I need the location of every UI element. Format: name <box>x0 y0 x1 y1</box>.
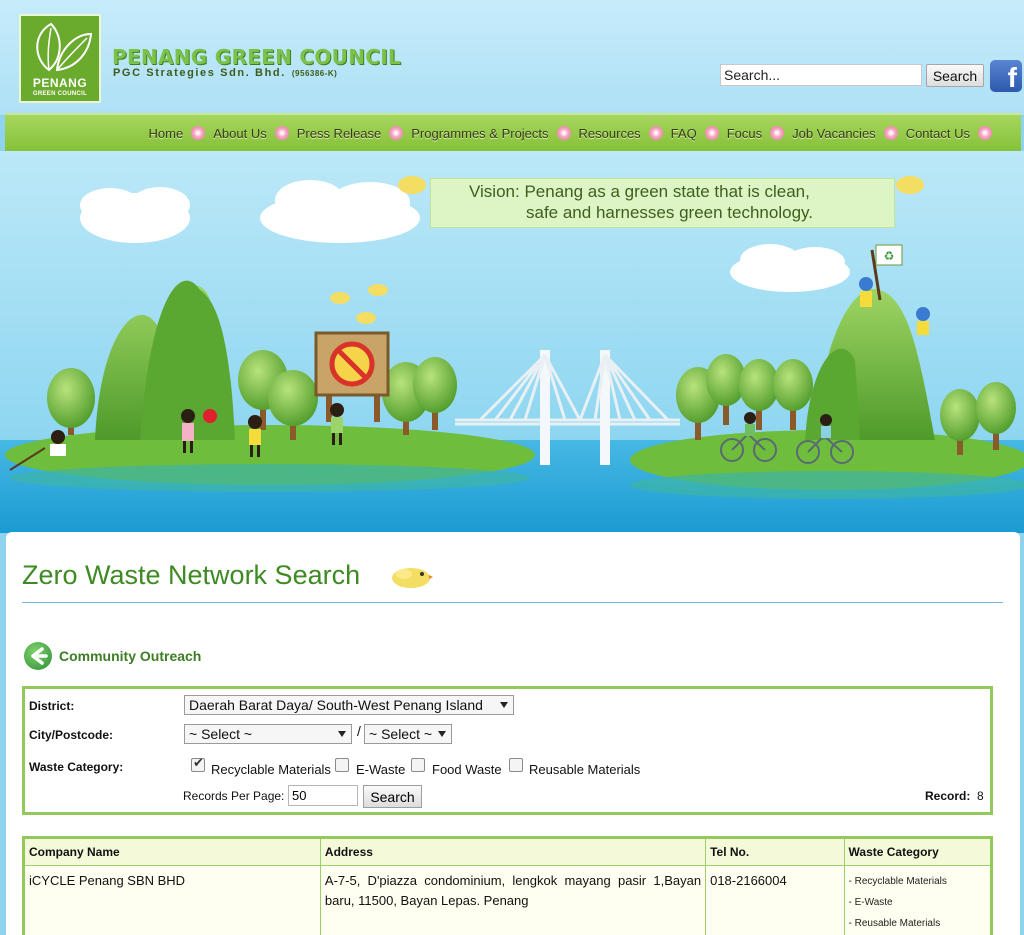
nav-contact-us[interactable]: Contact Us <box>901 126 975 141</box>
waste-category-item: - Recyclable Materials <box>848 876 947 887</box>
cell-tel: 018-2166004 <box>705 865 845 935</box>
table-row: iCYCLE Penang SBN BHD A-7-5, D'piazza co… <box>23 865 993 935</box>
filter-search-button[interactable]: Search <box>363 785 422 808</box>
nav-resources[interactable]: Resources <box>574 126 646 141</box>
back-arrow-icon[interactable] <box>24 642 52 670</box>
cloud-icon <box>730 244 850 292</box>
col-address: Address <box>319 837 707 866</box>
record-count-label: Record: <box>925 789 971 803</box>
records-per-page-label: Records Per Page: <box>183 789 285 803</box>
waste-category-item: - E-Waste <box>848 897 893 908</box>
nav-job-vacancies[interactable]: Job Vacancies <box>787 126 881 141</box>
org-company: PGC Strategies Sdn. Bhd. <box>113 67 286 79</box>
reusable-checkbox[interactable] <box>509 758 523 772</box>
vision-line-1: Vision: Penang as a green state that is … <box>469 182 810 201</box>
recyclable-label: Recyclable Materials <box>211 762 331 777</box>
district-select[interactable]: Daerah Barat Daya/ South-West Penang Isl… <box>184 695 514 715</box>
nav-list: Home About Us Press Release Programmes &… <box>144 115 995 151</box>
e-waste-label: E-Waste <box>356 762 406 777</box>
district-select-value: Daerah Barat Daya/ South-West Penang Isl… <box>189 697 483 713</box>
flower-dot-icon <box>770 126 785 140</box>
community-outreach-link[interactable]: Community Outreach <box>59 648 201 664</box>
chevron-down-icon <box>338 731 346 737</box>
vision-line-2: safe and harnesses green technology. <box>526 203 813 222</box>
food-waste-label: Food Waste <box>432 762 502 777</box>
district-label: District: <box>29 699 75 713</box>
svg-text:♻: ♻ <box>884 249 895 263</box>
record-count-value: 8 <box>977 789 984 803</box>
e-waste-checkbox[interactable] <box>335 758 349 772</box>
site-header: PENANG GREEN COUNCIL PENANG GREEN COUNCI… <box>0 0 1024 115</box>
col-waste-category: Waste Category <box>843 837 993 866</box>
flower-dot-icon <box>648 126 663 140</box>
flower-dot-icon <box>883 126 898 140</box>
nav-faq[interactable]: FAQ <box>666 126 702 141</box>
city-select-value: ~ Select ~ <box>189 726 253 742</box>
cloud-icon <box>260 180 420 243</box>
site-search-input[interactable] <box>720 64 922 86</box>
cell-waste-category: - Recyclable Materials - E-Waste - Reusa… <box>843 865 993 935</box>
recyclable-checkbox[interactable] <box>191 756 205 772</box>
flower-dot-icon <box>274 126 289 140</box>
col-company-name: Company Name <box>23 837 321 866</box>
logo-subtext: GREEN COUNCIL <box>32 91 88 97</box>
vision-banner: Vision: Penang as a green state that is … <box>430 178 895 228</box>
postcode-select[interactable]: ~ Select ~ <box>364 724 452 744</box>
city-postcode-label: City/Postcode: <box>29 728 114 742</box>
main-nav: Home About Us Press Release Programmes &… <box>5 113 1021 151</box>
col-tel-no: Tel No. <box>705 837 845 866</box>
results-table: Company Name Address Tel No. Waste Categ… <box>22 836 993 935</box>
flower-dot-icon <box>978 126 992 140</box>
page-title: Zero Waste Network Search <box>22 560 361 590</box>
search-filter-form: District: Daerah Barat Daya/ South-West … <box>22 686 993 815</box>
food-waste-checkbox[interactable] <box>411 758 425 772</box>
site-search-button[interactable]: Search <box>926 64 984 87</box>
org-name: PENANG GREEN COUNCIL <box>112 45 402 69</box>
cell-company: iCYCLE Penang SBN BHD <box>23 865 321 935</box>
logo-word: PENANG <box>32 76 88 90</box>
flower-dot-icon <box>556 126 571 140</box>
title-divider <box>22 602 1003 603</box>
waste-category-item: - Reusable Materials <box>848 918 941 929</box>
separator-slash: / <box>357 723 361 739</box>
flower-dot-icon <box>191 126 206 140</box>
records-per-page-input[interactable] <box>288 785 358 806</box>
nav-programmes-projects[interactable]: Programmes & Projects <box>406 126 553 141</box>
flower-dot-icon <box>704 126 719 140</box>
org-registration-code: (956386-K) <box>291 69 338 78</box>
hiker-figure-icon <box>859 277 873 307</box>
postcode-select-value: ~ Select ~ <box>369 726 433 742</box>
hiker-figure-icon <box>916 307 930 335</box>
flower-dot-icon <box>389 126 404 140</box>
nav-press-release[interactable]: Press Release <box>292 126 387 141</box>
chevron-down-icon <box>500 702 508 708</box>
nav-about-us[interactable]: About Us <box>208 126 271 141</box>
facebook-icon[interactable]: f <box>990 60 1022 93</box>
org-subtitle: PGC Strategies Sdn. Bhd. (956386-K) <box>113 67 337 79</box>
chevron-down-icon <box>438 731 446 737</box>
reusable-label: Reusable Materials <box>529 762 641 777</box>
cloud-icon <box>80 187 190 243</box>
nav-home[interactable]: Home <box>144 126 189 141</box>
table-header-row: Company Name Address Tel No. Waste Categ… <box>23 837 993 866</box>
nav-focus[interactable]: Focus <box>722 126 767 141</box>
leaf-logo-icon <box>36 22 93 72</box>
bird-icon <box>392 568 433 588</box>
cell-address: A-7-5, D'piazza condominium, lengkok may… <box>319 865 707 935</box>
waste-category-label: Waste Category: <box>29 760 124 774</box>
pgc-logo[interactable]: PENANG GREEN COUNCIL <box>19 14 101 103</box>
city-select[interactable]: ~ Select ~ <box>184 724 352 744</box>
